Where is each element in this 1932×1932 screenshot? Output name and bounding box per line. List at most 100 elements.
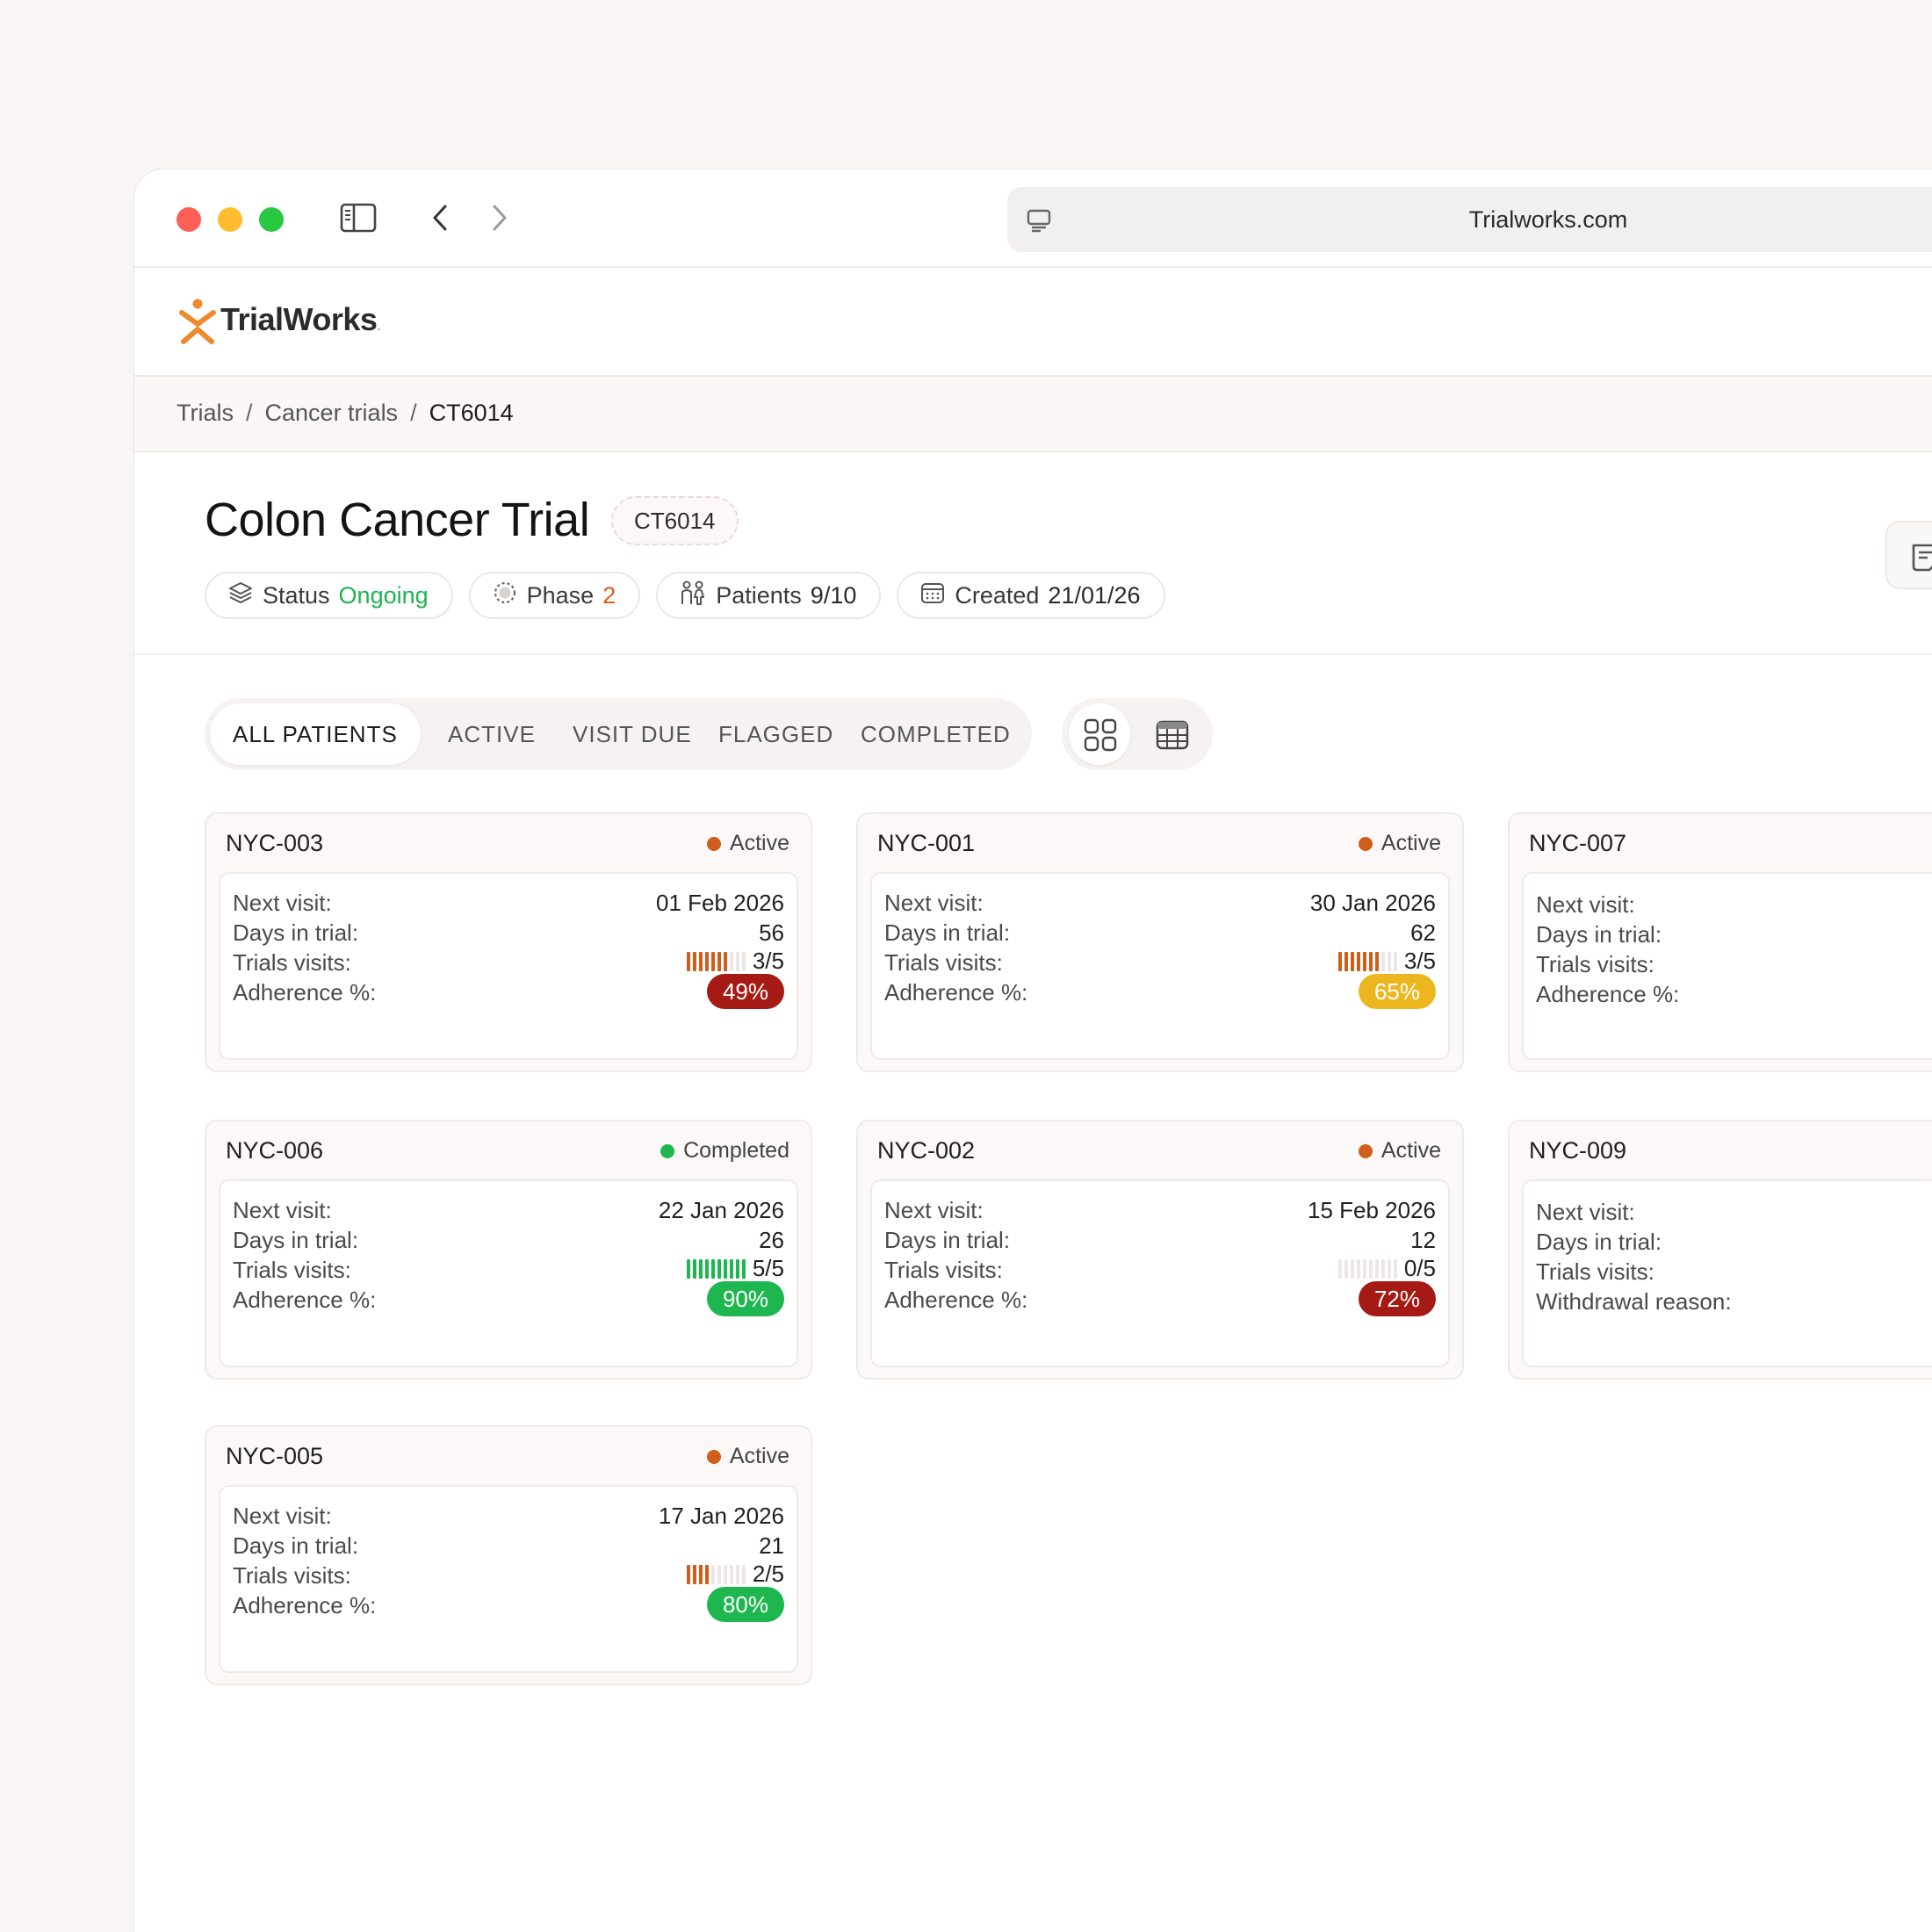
patient-card[interactable]: NYC-006 Completed Next visit: 22 Jan 2026 Da…	[205, 1120, 812, 1380]
progress-tick	[1387, 1258, 1391, 1279]
status-text: Active	[729, 1444, 789, 1468]
trial-code-badge: CT6014	[611, 496, 739, 545]
visits-progress: 5/5	[686, 1255, 784, 1282]
visits-progress-bar	[1337, 1258, 1397, 1279]
section-divider	[134, 653, 1932, 655]
notes-button[interactable]	[1885, 521, 1932, 589]
adherence-badge: 49%	[706, 974, 784, 1009]
progress-tick	[686, 1258, 690, 1279]
patients-chip: Patients 9/10	[656, 572, 882, 619]
progress-tick	[1368, 951, 1373, 971]
days-in-trial-label: Days in trial:	[233, 1227, 359, 1253]
trial-visits-label: Trials visits:	[233, 1562, 351, 1589]
adherence-row: Adherence %: 72%	[884, 1281, 1436, 1316]
progress-tick	[1393, 1258, 1397, 1279]
progress-tick	[704, 951, 709, 971]
status-badge: Active	[1358, 1138, 1441, 1164]
withdrawal-reason-label: Withdrawal reason:	[1536, 1288, 1732, 1315]
progress-tick	[698, 1258, 703, 1279]
visits-progress-bar	[686, 1258, 746, 1279]
grid-view-button[interactable]	[1069, 703, 1130, 765]
forward-arrow-icon[interactable]	[484, 203, 514, 237]
progress-tick	[1350, 1258, 1354, 1279]
status-text: Active	[729, 831, 789, 855]
patient-id: NYC-003	[226, 830, 324, 856]
visits-count: 2/5	[752, 1561, 784, 1587]
tab-flagged[interactable]: FLAGGED	[718, 703, 833, 765]
progress-tick	[729, 951, 733, 971]
progress-tick	[729, 1564, 733, 1584]
breadcrumb-trials[interactable]: Trials	[177, 400, 234, 427]
progress-tick	[1350, 951, 1354, 971]
patient-card[interactable]: NYC-009 Next visit: Days in trial: Trials v…	[1508, 1120, 1932, 1380]
trial-visits-label: Trials visits:	[233, 949, 351, 976]
status-text: Active	[1381, 1138, 1441, 1163]
progress-tick	[741, 1258, 746, 1279]
app-logo-text[interactable]: TrialWorks.	[220, 301, 380, 338]
app-header: TrialWorks.	[134, 268, 1932, 377]
patient-details: Next visit: 15 Feb 2026 Days in trial: 12 Tr…	[870, 1179, 1450, 1367]
next-visit-value: 01 Feb 2026	[655, 890, 784, 916]
patient-card[interactable]: NYC-007 Next visit: Days in trial: Trials v…	[1508, 812, 1932, 1072]
breadcrumb-bar: Trials / Cancer trials / CT6014	[134, 377, 1932, 452]
patient-card[interactable]: NYC-003 Active Next visit: 01 Feb 2026 Days …	[205, 812, 812, 1072]
patient-id: NYC-006	[226, 1137, 324, 1164]
maximize-window-button[interactable]	[259, 207, 284, 232]
breadcrumb: Trials / Cancer trials / CT6014	[177, 400, 514, 427]
progress-tick	[1362, 951, 1366, 971]
progress-tick	[741, 951, 746, 971]
phase-chip: Phase 2	[468, 572, 641, 619]
tab-active[interactable]: ACTIVE	[448, 703, 536, 765]
sidebar-toggle-icon[interactable]	[340, 203, 377, 237]
days-in-trial-label: Days in trial:	[884, 1227, 1011, 1253]
trial-meta-chips: Status Ongoing Phase 2 Patients 9/10 Cre…	[205, 572, 1165, 619]
patient-card[interactable]: NYC-001 Active Next visit: 30 Jan 2026 Days …	[856, 812, 1464, 1072]
progress-tick	[698, 951, 703, 971]
progress-tick	[692, 1258, 696, 1279]
progress-tick	[717, 1564, 721, 1584]
progress-tick	[723, 951, 727, 971]
breadcrumb-cancer-trials[interactable]: Cancer trials	[265, 400, 399, 427]
adherence-label: Adherence %:	[233, 1287, 377, 1313]
days-in-trial-label: Days in trial:	[233, 919, 359, 946]
progress-tick	[1362, 1258, 1366, 1279]
table-view-button[interactable]	[1141, 703, 1202, 765]
progress-tick	[1393, 951, 1397, 971]
status-badge: Active	[1358, 831, 1441, 856]
breadcrumb-separator: /	[410, 400, 417, 426]
status-text: Completed	[683, 1138, 789, 1163]
dashed-circle-icon	[492, 580, 518, 612]
adherence-row: Adherence %: 90%	[233, 1281, 784, 1316]
trialworks-logo-icon[interactable]	[178, 298, 217, 350]
patient-card[interactable]: NYC-005 Active Next visit: 17 Jan 2026 Days …	[205, 1425, 812, 1685]
visits-progress-bar	[686, 1564, 746, 1584]
patient-id: NYC-005	[226, 1443, 324, 1469]
browser-titlebar: Trialworks.com	[134, 169, 1932, 268]
address-bar[interactable]: Trialworks.com	[1007, 187, 1932, 252]
minimize-window-button[interactable]	[218, 207, 242, 232]
visits-progress-bar	[1337, 951, 1397, 971]
phase-chip-label: Phase	[526, 581, 595, 609]
adherence-label: Adherence %:	[233, 979, 377, 1006]
close-window-button[interactable]	[177, 207, 201, 232]
adherence-label: Adherence %:	[233, 1592, 377, 1618]
days-in-trial-label: Days in trial:	[233, 1532, 359, 1559]
progress-tick	[1337, 951, 1342, 971]
tab-visit-due[interactable]: VISIT DUE	[573, 703, 692, 765]
trial-visits-label: Trials visits:	[1536, 1258, 1654, 1285]
adherence-row: Adherence %: 49%	[233, 974, 784, 1009]
patient-card[interactable]: NYC-002 Active Next visit: 15 Feb 2026 Days …	[856, 1120, 1464, 1380]
days-in-trial-value: 26	[759, 1227, 784, 1253]
browser-window: Trialworks.com TrialWorks. Trials / Cancer…	[133, 169, 1932, 1932]
visits-count: 0/5	[1403, 1255, 1436, 1281]
back-arrow-icon[interactable]	[426, 203, 456, 237]
layers-icon	[227, 580, 254, 612]
tab-completed[interactable]: COMPLETED	[861, 703, 1011, 765]
next-visit-label: Next visit:	[1536, 1199, 1635, 1225]
patients-chip-value: 9/10	[810, 581, 857, 609]
tab-all-patients[interactable]: ALL PATIENTS	[210, 703, 421, 765]
progress-tick	[1381, 1258, 1385, 1279]
next-visit-label: Next visit:	[233, 1197, 332, 1223]
next-visit-value: 30 Jan 2026	[1309, 890, 1436, 916]
status-badge: Active	[706, 1444, 789, 1469]
